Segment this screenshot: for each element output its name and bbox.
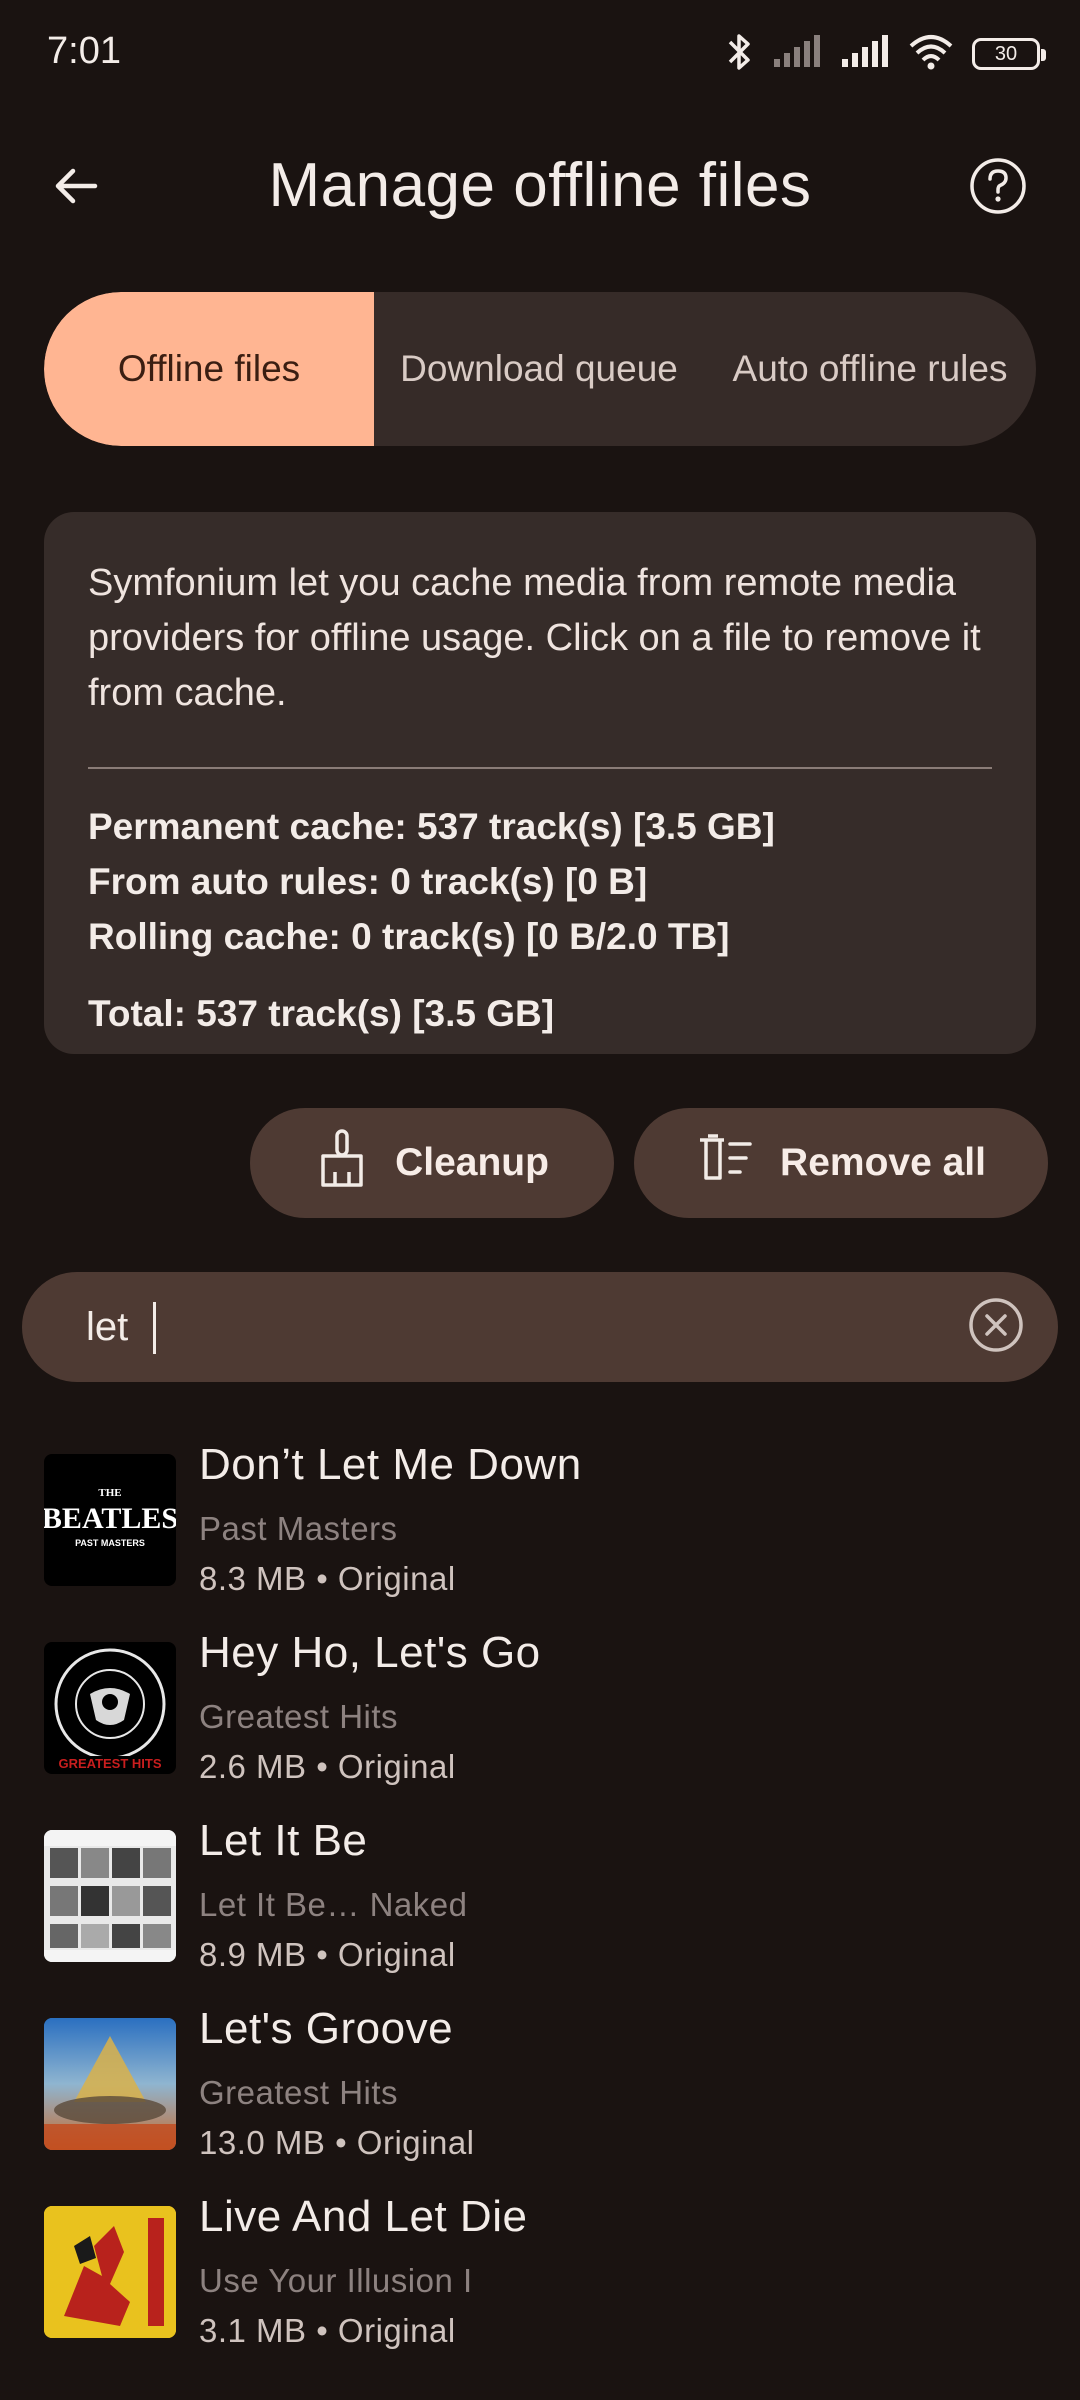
track-album: Use Your Illusion I [199,2262,473,2299]
help-circle-icon [969,157,1027,220]
signal-icon [840,34,890,74]
track-title: Don’t Let Me Down [199,1440,582,1489]
tab-bar: Offline files Download queue Auto offlin… [44,292,1036,446]
track-album: Greatest Hits [199,2074,399,2111]
track-title: Live And Let Die [199,2192,528,2241]
permanent-cache-stat: Permanent cache: 537 track(s) [3.5 GB] [88,806,775,847]
track-meta: 3.1 MB • Original [199,2312,456,2349]
svg-text:BEATLES: BEATLES [44,1502,176,1535]
cleanup-button[interactable]: Cleanup [250,1108,614,1218]
wifi-icon [908,34,954,75]
remove-all-button[interactable]: Remove all [634,1108,1048,1218]
tab-download-queue[interactable]: Download queue [374,292,704,446]
album-art [44,1830,176,1962]
clear-search-button[interactable] [968,1297,1024,1358]
album-art [44,2206,176,2338]
status-bar: 7:01 30 [0,0,1080,110]
track-row[interactable]: Let's Groove Greatest Hits 13.0 MB • Ori… [0,2004,1080,2192]
divider [88,767,992,769]
rolling-cache-stat: Rolling cache: 0 track(s) [0 B/2.0 TB] [88,916,730,957]
track-meta: 8.9 MB • Original [199,1936,456,1973]
track-row[interactable]: THE BEATLES PAST MASTERS Don’t Let Me Do… [0,1440,1080,1628]
svg-text:PAST MASTERS: PAST MASTERS [75,1538,145,1548]
track-album: Greatest Hits [199,1698,399,1735]
search-bar [22,1272,1058,1382]
track-meta: 13.0 MB • Original [199,2124,475,2161]
track-row[interactable]: Live And Let Die Use Your Illusion I 3.1… [0,2192,1080,2380]
delete-sweep-icon [696,1134,754,1192]
page-title: Manage offline files [268,151,812,220]
album-art [44,2018,176,2150]
search-input[interactable] [86,1296,946,1358]
top-app-bar: Manage offline files [0,130,1080,240]
signal-icon [772,34,822,74]
status-icons: 30 [724,30,1046,78]
track-album: Let It Be… Naked [199,1886,468,1923]
album-art: THE BEATLES PAST MASTERS [44,1454,176,1586]
bluetooth-icon [724,32,754,77]
track-row[interactable]: Let It Be Let It Be… Naked 8.9 MB • Orig… [0,1816,1080,2004]
track-title: Hey Ho, Let's Go [199,1628,541,1677]
cleanup-label: Cleanup [395,1141,549,1184]
tab-offline-files[interactable]: Offline files [44,292,374,446]
broom-icon [315,1128,369,1198]
album-art: GREATEST HITS [44,1642,176,1774]
total-stat: Total: 537 track(s) [3.5 GB] [88,993,555,1034]
cache-info-card: Symfonium let you cache media from remot… [44,512,1036,1054]
track-meta: 2.6 MB • Original [199,1748,456,1785]
remove-all-label: Remove all [780,1141,986,1184]
help-button[interactable] [960,150,1036,226]
track-album: Past Masters [199,1510,398,1547]
track-title: Let's Groove [199,2004,454,2053]
auto-rules-stat: From auto rules: 0 track(s) [0 B] [88,861,648,902]
tab-auto-offline-rules[interactable]: Auto offline rules [704,292,1036,446]
status-time: 7:01 [47,30,121,72]
offline-track-list: THE BEATLES PAST MASTERS Don’t Let Me Do… [0,1440,1080,2380]
track-meta: 8.3 MB • Original [199,1560,456,1597]
close-circle-icon [968,1297,1024,1358]
track-title: Let It Be [199,1816,368,1865]
cache-description: Symfonium let you cache media from remot… [88,562,981,714]
svg-text:GREATEST HITS: GREATEST HITS [58,1756,161,1771]
track-row[interactable]: GREATEST HITS Hey Ho, Let's Go Greatest … [0,1628,1080,1816]
battery-icon: 30 [972,38,1046,70]
svg-text:THE: THE [98,1487,121,1499]
text-cursor [153,1302,156,1354]
